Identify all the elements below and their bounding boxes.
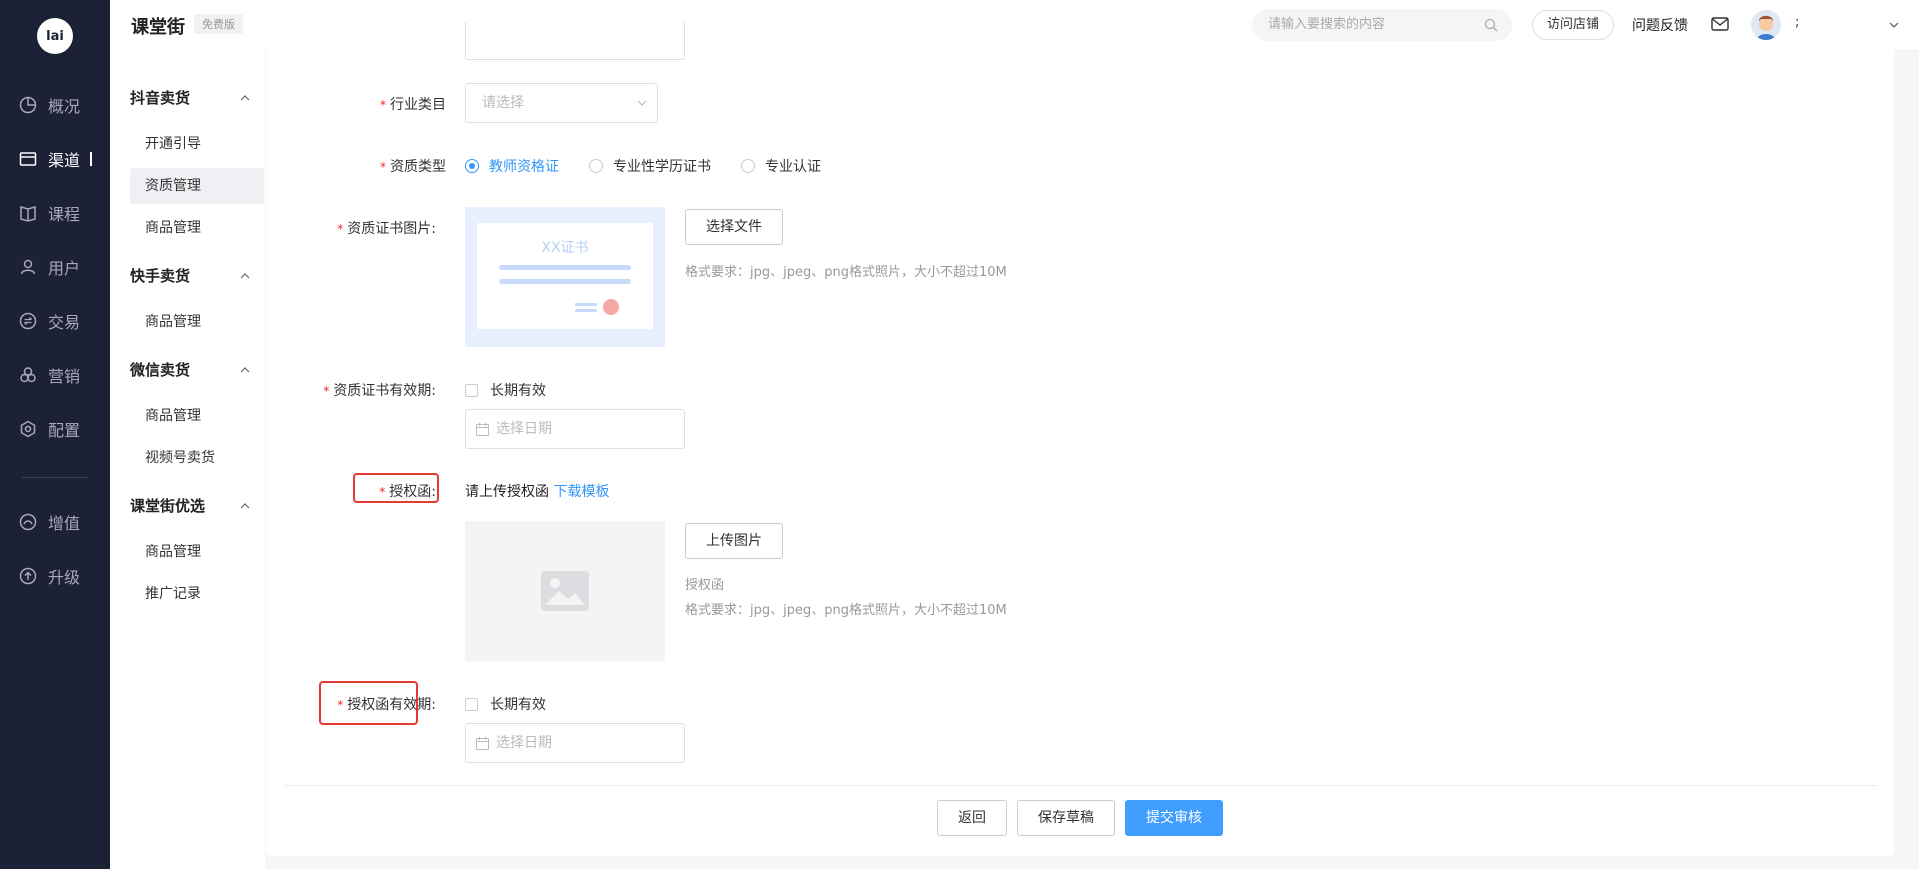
industry-label: * 行业类目 [380,97,446,113]
radio-academic-certificate[interactable]: 专业性学历证书 [589,156,711,176]
cert-sample-text: XX证书 [541,240,589,256]
avatar[interactable] [1751,10,1781,40]
mail-icon[interactable] [1711,16,1729,32]
nav-item-marketing[interactable]: 营销 [0,355,110,395]
upload-image-button[interactable]: 上传图片 [685,523,783,559]
username: ; [1795,15,1800,30]
edition-badge: 免费版 [194,14,243,34]
submenu-item-promotion-records[interactable]: 推广记录 [130,576,264,612]
active-indicator [90,152,93,166]
radio-professional-certification[interactable]: 专业认证 [741,156,821,176]
nav-item-overview[interactable]: 概况 [0,85,110,125]
image-placeholder [465,521,665,661]
chevron-up-icon [240,94,250,100]
sub-menu: 课堂街 免费版 抖音卖货 开通引导 资质管理 商品管理 快手卖货 商品管理 微信… [110,0,265,869]
nav-item-value-added[interactable]: 增值 [0,502,110,542]
submit-review-button[interactable]: 提交审核 [1125,800,1223,836]
search-icon[interactable] [1484,18,1498,32]
cert-format-hint: 格式要求：jpg、jpeg、png格式照片，大小不超过10M [685,265,1007,280]
certificate-sample-image: XX证书 [465,207,665,347]
submenu-item-douyin-products[interactable]: 商品管理 [130,210,264,246]
value-added-icon [18,512,38,532]
authorization-prompt: 请上传授权函 下载模板 [465,484,610,500]
checkbox-box [465,383,478,397]
seal-icon [603,299,619,315]
book-icon [18,203,38,223]
visit-store-button[interactable]: 访问店铺 [1532,10,1614,40]
feedback-link[interactable]: 问题反馈 [1632,15,1688,35]
cert-validity-label: * 资质证书有效期: [323,383,436,399]
search-input[interactable]: 请输入要搜索的内容 [1252,9,1512,41]
brand-name: 课堂街 [131,17,185,38]
submenu-group-kuaishou[interactable]: 快手卖货 [130,265,250,286]
footer-divider [284,785,1877,786]
authorization-label: * 授权函: [379,484,436,500]
submenu-item-kuaishou-products[interactable]: 商品管理 [130,304,264,340]
cert-date-picker[interactable]: 选择日期 [465,409,685,449]
back-button[interactable]: 返回 [937,800,1007,836]
cert-image-label: * 资质证书图片: [337,221,436,237]
cert-long-term-checkbox[interactable]: 长期有效 [465,380,546,400]
authorization-long-term-checkbox[interactable]: 长期有效 [465,694,546,714]
authorization-date-picker[interactable]: 选择日期 [465,723,685,763]
main-nav: lai 概况 渠道 课程 用户 交易 营销 配置 增值 升级 [0,0,110,869]
previous-field-input[interactable] [465,22,685,60]
chevron-down-icon[interactable] [1888,20,1900,30]
nav-item-course[interactable]: 课程 [0,193,110,233]
nav-item-user[interactable]: 用户 [0,247,110,287]
choose-file-button[interactable]: 选择文件 [685,209,783,245]
chevron-down-icon [637,100,647,106]
radio-dot [465,159,479,173]
submenu-group-wechat[interactable]: 微信卖货 [130,359,250,380]
authorization-validity-label: * 授权函有效期: [337,697,436,713]
download-template-link[interactable]: 下载模板 [553,484,609,500]
nav-divider [22,477,88,478]
calendar-icon [476,423,489,436]
save-draft-button[interactable]: 保存草稿 [1017,800,1115,836]
submenu-group-douyin[interactable]: 抖音卖货 [130,87,250,108]
exchange-icon [18,311,38,331]
submenu-item-open-guide[interactable]: 开通引导 [130,126,264,162]
upgrade-icon [18,566,38,586]
calendar-icon [476,737,489,750]
avatar-image [1751,10,1781,40]
industry-select[interactable]: 请选择 [465,83,658,123]
radio-dot [589,159,603,173]
image-icon [541,571,589,611]
submenu-group-youxuan[interactable]: 课堂街优选 [130,495,250,516]
nav-item-trade[interactable]: 交易 [0,301,110,341]
radio-dot [741,159,755,173]
qualification-type-label: * 资质类型 [380,159,446,175]
app-logo[interactable]: lai [37,18,73,54]
nav-item-upgrade[interactable]: 升级 [0,556,110,596]
pie-chart-icon [18,95,38,115]
radio-teacher-certificate[interactable]: 教师资格证 [465,156,559,176]
authorization-format-hint: 格式要求：jpg、jpeg、png格式照片，大小不超过10M [685,603,1007,618]
chevron-up-icon [240,366,250,372]
chevron-up-icon [240,272,250,278]
submenu-item-wechat-products[interactable]: 商品管理 [130,398,264,434]
user-icon [18,257,38,277]
submenu-item-video-account[interactable]: 视频号卖货 [130,440,264,476]
submenu-item-qualification[interactable]: 资质管理 [130,168,264,204]
submenu-item-youxuan-products[interactable]: 商品管理 [130,534,264,570]
authorization-caption: 授权函 [685,578,725,593]
nav-item-channel[interactable]: 渠道 [0,139,110,179]
chevron-up-icon [240,502,250,508]
checkbox-box [465,697,478,711]
nav-item-config[interactable]: 配置 [0,409,110,449]
gear-icon [18,419,38,439]
store-icon [18,149,38,169]
marketing-icon [18,365,38,385]
